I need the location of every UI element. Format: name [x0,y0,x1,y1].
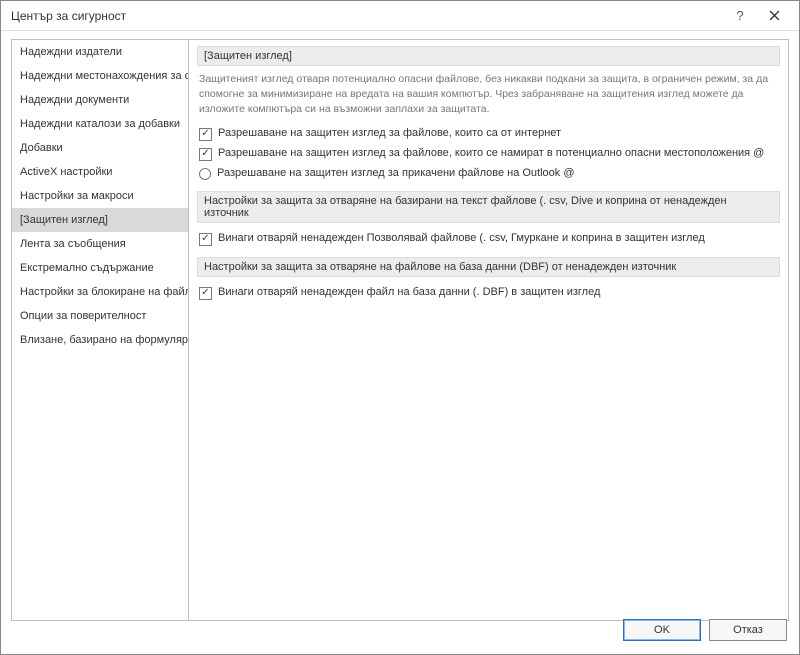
cancel-button[interactable]: Отказ [709,619,787,641]
section-header-text-files: Настройки за защита за отваряне на базир… [197,191,780,223]
option-internet-files[interactable]: ✓ Разрешаване на защитен изглед за файло… [197,124,780,144]
sidebar-item-trusted-locations[interactable]: Надеждни местонахождения за съдържание [12,64,188,88]
sidebar-item-label: Настройки за блокиране на файлове [20,286,189,298]
section-header-protected-view: [Защитен изглед] [197,46,780,66]
sidebar-item-label: Екстремално съдържание [20,262,154,274]
main-panel: [Защитен изглед] Защитеният изглед отвар… [189,39,789,621]
radio-icon [199,168,211,180]
sidebar-item-file-block[interactable]: Настройки за блокиране на файлове [12,280,188,304]
sidebar-item-label: Надеждни издатели [20,46,122,58]
sidebar-item-label: Опции за поверителност [20,310,146,322]
sidebar-item-label: Надеждни документи [20,94,129,106]
dialog-body: Надеждни издатели Надеждни местонахожден… [1,31,799,621]
sidebar-item-protected-view[interactable]: [Защитен изглед] [12,208,188,232]
sidebar-item-label: Добавки [20,142,63,154]
sidebar-item-addins[interactable]: Добавки [12,136,188,160]
option-label: Разрешаване на защитен изглед за файлове… [218,147,778,159]
sidebar-item-trusted-publishers[interactable]: Надеждни издатели [12,40,188,64]
checkbox-icon: ✓ [199,128,212,141]
checkbox-icon: ✓ [199,233,212,246]
window-title: Център за сигурност [11,9,723,23]
sidebar-item-trusted-documents[interactable]: Надеждни документи [12,88,188,112]
close-button[interactable] [757,1,791,31]
titlebar: Център за сигурност ? [1,1,799,31]
sidebar-item-label: Влизане, базирано на формуляри [20,334,189,346]
sidebar-item-external-content[interactable]: Екстремално съдържание [12,256,188,280]
sidebar-item-macro-settings[interactable]: Настройки за макроси [12,184,188,208]
sidebar-item-message-bar[interactable]: Лента за съобщения [12,232,188,256]
section-header-dbf-files: Настройки за защита за отваряне на файло… [197,257,780,277]
option-unsafe-locations[interactable]: ✓ Разрешаване на защитен изглед за файло… [197,144,780,164]
option-open-text-protected[interactable]: ✓ Винаги отваряй ненадежден Позволявай ф… [197,229,780,249]
option-open-dbf-protected[interactable]: ✓ Винаги отваряй ненадежден файл на база… [197,283,780,303]
protected-view-description: Защитеният изглед отваря потенциално опа… [197,66,780,124]
ok-button[interactable]: OK [623,619,701,641]
sidebar-item-form-signin[interactable]: Влизане, базирано на формуляри [12,328,188,352]
sidebar-item-label: Надеждни местонахождения за съдържание [20,70,189,82]
sidebar-item-activex[interactable]: ActiveX настройки [12,160,188,184]
option-outlook-attachments[interactable]: Разрешаване на защитен изглед за прикаче… [197,164,780,183]
sidebar-item-label: ActiveX настройки [20,166,112,178]
sidebar-item-label: Настройки за макроси [20,190,134,202]
sidebar-item-label: [Защитен изглед] [20,214,108,226]
sidebar-item-label: Надеждни каталози за добавки [20,118,180,130]
checkbox-icon: ✓ [199,148,212,161]
checkbox-icon: ✓ [199,287,212,300]
help-button[interactable]: ? [723,1,757,31]
sidebar-item-addin-catalogs[interactable]: Надеждни каталози за добавки [12,112,188,136]
option-label: Винаги отваряй ненадежден файл на база д… [218,286,778,298]
option-label: Разрешаване на защитен изглед за файлове… [218,127,778,139]
help-icon: ? [736,8,743,23]
sidebar-item-privacy[interactable]: Опции за поверителност [12,304,188,328]
close-icon [769,10,780,21]
sidebar: Надеждни издатели Надеждни местонахожден… [11,39,189,621]
option-label: Разрешаване на защитен изглед за прикаче… [217,167,778,179]
dialog-footer: OK Отказ [1,621,799,647]
sidebar-item-label: Лента за съобщения [20,238,126,250]
option-label: Винаги отваряй ненадежден Позволявай фай… [218,232,778,244]
